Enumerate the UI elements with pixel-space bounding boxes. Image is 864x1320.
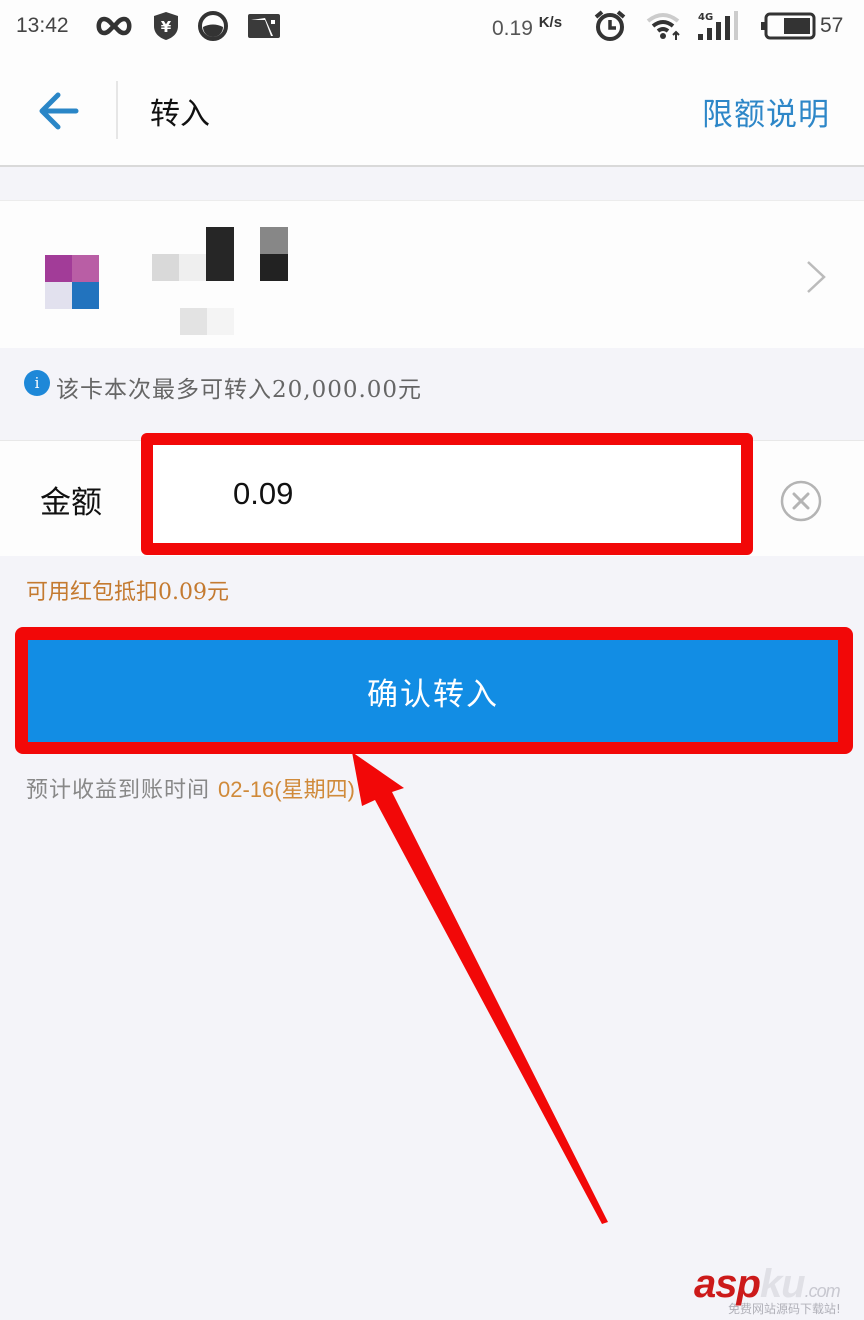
battery-icon xyxy=(760,10,818,42)
info-icon: i xyxy=(24,370,50,396)
limit-text: 该卡本次最多可转入20,000.00元 xyxy=(56,377,423,403)
eta-date: 02-16(星期四) xyxy=(218,777,355,802)
eta-label: 预计收益到账时间 xyxy=(26,778,211,803)
limit-info-link[interactable]: 限额说明 xyxy=(702,89,830,134)
watermark-suffix: .com xyxy=(804,1281,841,1301)
confirm-transfer-button[interactable]: 确认转入 xyxy=(28,640,838,742)
status-bar: 13:42 ¥ 0.19 K/s 4G 57 xyxy=(0,0,864,55)
alarm-icon xyxy=(592,10,628,42)
clear-circle-icon[interactable] xyxy=(779,479,823,523)
wifi-icon xyxy=(644,10,684,42)
signal-icon: 4G xyxy=(696,10,742,42)
network-speed: 0.19 K/s xyxy=(492,14,563,40)
bank-name-pixelated xyxy=(152,227,292,287)
amount-label: 金额 xyxy=(40,485,102,521)
yuan-shield-icon: ¥ xyxy=(152,10,180,42)
arrow-left-icon xyxy=(39,92,79,130)
back-button[interactable] xyxy=(28,83,88,139)
watermark: aspku.com 免费网站源码下载站! xyxy=(694,1262,864,1320)
svg-text:¥: ¥ xyxy=(161,18,172,36)
bank-logo xyxy=(45,255,99,309)
half-circle-icon xyxy=(196,10,230,42)
image-notification-icon xyxy=(246,10,282,42)
chevron-right-icon xyxy=(807,261,826,293)
nav-divider xyxy=(116,81,118,139)
transfer-limit-note: i 该卡本次最多可转入20,000.00元 xyxy=(24,370,422,404)
bank-card-selector[interactable] xyxy=(0,200,864,348)
status-time: 13:42 xyxy=(16,14,69,37)
amount-input-highlight xyxy=(141,433,753,555)
card-number-pixelated xyxy=(180,308,236,336)
amount-row: 金额 xyxy=(0,433,864,556)
watermark-subtitle: 免费网站源码下载站! xyxy=(728,1302,841,1316)
nav-bar: 转入 限额说明 xyxy=(0,55,864,167)
battery-percent: 57 xyxy=(820,14,844,37)
amount-input[interactable] xyxy=(233,471,713,517)
earnings-eta: 预计收益到账时间 02-16(星期四) xyxy=(26,772,355,804)
infinity-icon xyxy=(94,10,134,42)
red-packet-deduction-note: 可用红包抵扣0.09元 xyxy=(26,580,229,605)
network-type-label: 4G xyxy=(698,12,713,23)
page-title: 转入 xyxy=(150,97,210,132)
annotation-arrow-shape xyxy=(352,752,608,1224)
